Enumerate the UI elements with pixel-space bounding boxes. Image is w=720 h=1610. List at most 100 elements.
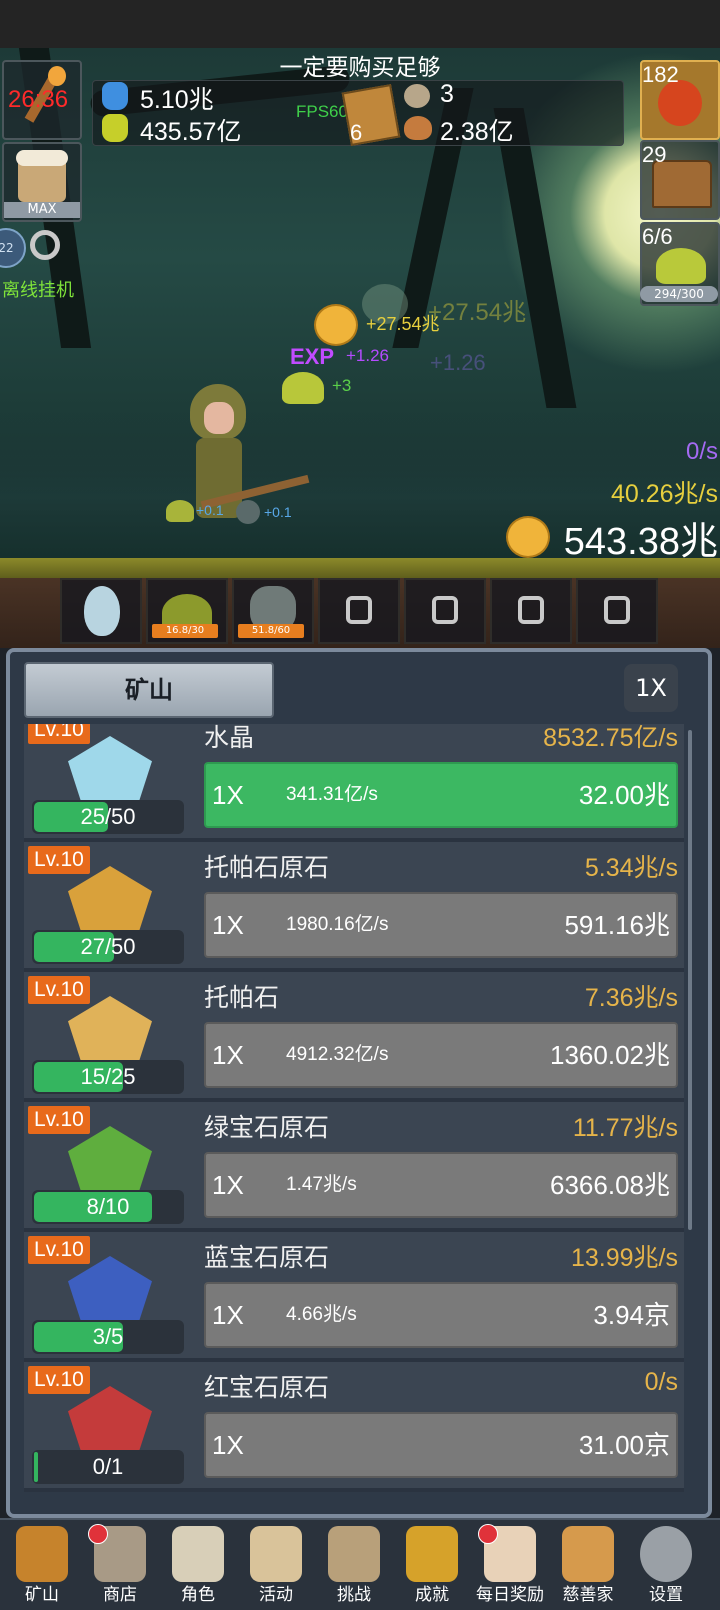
slot-slime[interactable]: 16.8/30 xyxy=(146,578,228,644)
zombie-head-icon xyxy=(236,500,260,524)
bread-icon xyxy=(562,1526,614,1582)
upgrade-multiplier: 1X xyxy=(212,1040,244,1070)
status-strip xyxy=(0,0,720,48)
float-exp: +1.26 xyxy=(346,346,390,365)
offline-button[interactable]: 22 离线挂机 xyxy=(0,224,80,304)
tree-trunk xyxy=(493,108,577,408)
offline-label: 离线挂机 xyxy=(2,280,74,301)
level-progress: 25/50 xyxy=(32,800,184,834)
slot-locked[interactable] xyxy=(576,578,658,644)
mine-name: 绿宝石原石 xyxy=(204,1113,330,1142)
tab-mine[interactable]: 矿山 xyxy=(24,662,274,718)
nav-label: 活动 xyxy=(259,1585,293,1605)
egg-icon xyxy=(84,586,120,636)
gold-total: 543.38兆 xyxy=(563,521,718,563)
upgrade-multiplier: 1X xyxy=(212,910,244,940)
mine-rate: 0/s xyxy=(644,1368,678,1396)
upgrade-cost: 32.00兆 xyxy=(578,780,670,810)
game-scene[interactable]: 一定要购买足够 26:36 MAX 22 离线挂机 5.10兆 435.57亿 … xyxy=(0,48,720,648)
mine-row: Lv.10 8/10 绿宝石原石 11.77兆/s 1X 1.47兆/s 6366.08兆 xyxy=(24,1102,684,1232)
gem-icon xyxy=(68,1126,152,1198)
skull-icon xyxy=(172,1526,224,1582)
max-label: MAX xyxy=(4,202,80,218)
red-potion-button[interactable]: 182 xyxy=(640,60,720,140)
gold-total-icon xyxy=(506,516,550,558)
gem-icon xyxy=(68,996,152,1068)
rate-purple: 0/s xyxy=(685,438,718,465)
speed-multiplier-button[interactable]: 1X xyxy=(624,664,678,712)
level-badge: Lv.10 xyxy=(28,724,90,744)
lantern-icon xyxy=(16,1526,68,1582)
drop-2: +0.1 xyxy=(264,504,292,520)
small-slime-icon xyxy=(166,500,194,522)
float-gold: +27.54兆 xyxy=(366,314,440,334)
float-slime: +3 xyxy=(332,376,352,395)
lock-icon xyxy=(518,596,544,624)
key-icon xyxy=(30,230,60,260)
mine-name: 水晶 xyxy=(204,724,255,752)
level-badge: Lv.10 xyxy=(28,846,90,874)
flame-icon xyxy=(48,66,66,86)
upgrade-cost: 31.00京 xyxy=(578,1430,670,1460)
character-face xyxy=(204,402,234,434)
slot-locked[interactable] xyxy=(404,578,486,644)
upgrade-cost: 6366.08兆 xyxy=(550,1170,670,1200)
scrollbar[interactable] xyxy=(688,730,692,1230)
rate-gold: 40.26兆/s xyxy=(610,480,718,508)
gem-icon xyxy=(68,1386,152,1458)
upgrade-button[interactable]: 1X 1.47兆/s 6366.08兆 xyxy=(204,1152,678,1218)
upgrade-button[interactable]: 1X 4912.32亿/s 1360.02兆 xyxy=(204,1022,678,1088)
nav-item-7[interactable]: 慈善家 xyxy=(548,1520,628,1610)
nav-item-2[interactable]: 角色 xyxy=(158,1520,238,1610)
gem-icon xyxy=(68,736,152,808)
slot-zombie[interactable]: 51.8/60 xyxy=(232,578,314,644)
beer-button[interactable]: MAX xyxy=(2,142,82,222)
float-exp-ghost: +1.26 xyxy=(430,350,486,375)
slot-zombie-progress: 51.8/60 xyxy=(238,624,304,638)
mine-rate: 13.99兆/s xyxy=(570,1244,678,1272)
fps-counter: FPS60 xyxy=(296,102,348,121)
nav-item-0[interactable]: 矿山 xyxy=(2,1520,82,1610)
upgrade-button[interactable]: 1X 4.66兆/s 3.94京 xyxy=(204,1282,678,1348)
upgrade-button[interactable]: 1X 341.31亿/s 32.00兆 xyxy=(204,762,678,828)
upgrade-multiplier: 1X xyxy=(212,1300,244,1330)
gear-icon xyxy=(640,1526,692,1582)
upgrade-button[interactable]: 1X 1980.16亿/s 591.16兆 xyxy=(204,892,678,958)
chest-button[interactable]: 29 xyxy=(640,140,720,220)
nav-label: 商店 xyxy=(103,1585,137,1605)
hud-title: 一定要购买足够 xyxy=(279,55,441,81)
mine-panel: 矿山 1X Lv.10 25/50 水晶 8532.75亿/s 1X 341.31亿/s 3… xyxy=(6,648,712,1518)
nav-item-8[interactable]: 设置 xyxy=(626,1520,706,1610)
mine-name: 蓝宝石原石 xyxy=(204,1243,330,1272)
level-badge: Lv.10 xyxy=(28,1106,90,1134)
nav-item-4[interactable]: 挑战 xyxy=(314,1520,394,1610)
nav-label: 成就 xyxy=(415,1585,449,1605)
chest-count: 29 xyxy=(642,142,667,167)
slime-count: 6/6 xyxy=(642,224,673,249)
nav-item-3[interactable]: 活动 xyxy=(236,1520,316,1610)
mine-row: Lv.10 27/50 托帕石原石 5.34兆/s 1X 1980.16亿/s 591.16… xyxy=(24,842,684,972)
blue-potion-icon xyxy=(102,82,128,110)
upgrade-button[interactable]: 1X 31.00京 xyxy=(204,1412,678,1478)
meat-count: 2.38亿 xyxy=(440,118,514,146)
nav-label: 慈善家 xyxy=(562,1585,614,1605)
mine-row: Lv.10 25/50 水晶 8532.75亿/s 1X 341.31亿/s 32.00兆 xyxy=(24,724,684,842)
mine-rate: 8532.75亿/s xyxy=(543,724,678,752)
level-progress-text: 15/25 xyxy=(80,1064,136,1089)
slime-button[interactable]: 6/6 294/300 xyxy=(640,222,720,306)
level-progress: 3/5 xyxy=(32,1320,184,1354)
level-progress: 27/50 xyxy=(32,930,184,964)
slot-egg[interactable] xyxy=(60,578,142,644)
nav-item-6[interactable]: 每日奖励 xyxy=(470,1520,550,1610)
slot-locked[interactable] xyxy=(318,578,400,644)
torch-button[interactable]: 26:36 xyxy=(2,60,82,140)
slot-locked[interactable] xyxy=(490,578,572,644)
nav-item-1[interactable]: 商店 xyxy=(80,1520,160,1610)
mine-name: 托帕石原石 xyxy=(204,853,330,882)
nav-item-5[interactable]: 成就 xyxy=(392,1520,472,1610)
nav-label: 设置 xyxy=(649,1585,683,1605)
blue-potion-value: 5.10兆 xyxy=(140,86,214,114)
mine-list[interactable]: Lv.10 25/50 水晶 8532.75亿/s 1X 341.31亿/s 32.00兆 L… xyxy=(24,724,684,1510)
upgrade-gain: 1.47兆/s xyxy=(286,1174,357,1195)
mine-row: Lv.10 15/25 托帕石 7.36兆/s 1X 4912.32亿/s 1360.02兆 xyxy=(24,972,684,1102)
